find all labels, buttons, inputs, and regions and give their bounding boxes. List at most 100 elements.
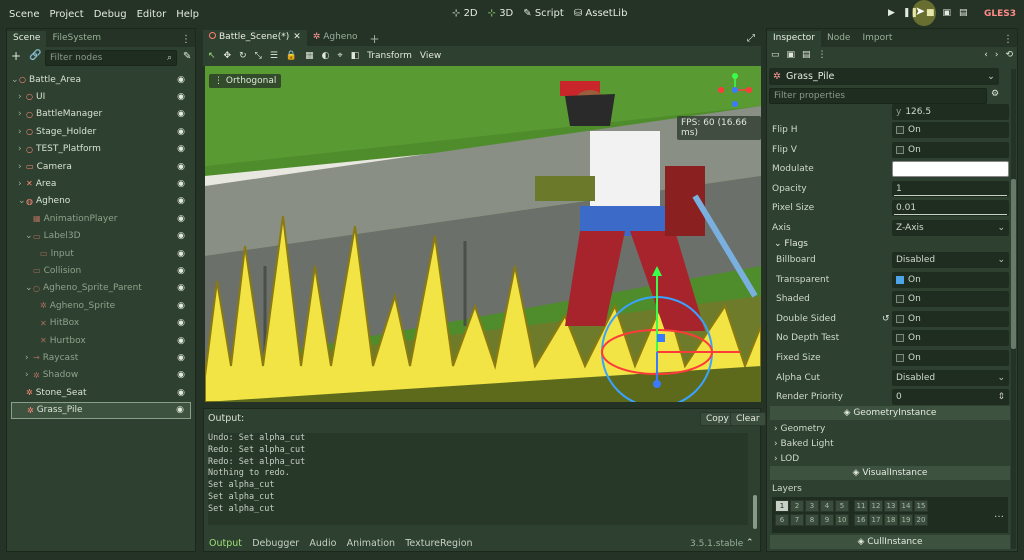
dropdown-field[interactable]: Disabled ⌄ (892, 252, 1009, 268)
add-node-icon[interactable]: + (11, 49, 21, 63)
transform-menu[interactable]: Transform (367, 51, 412, 61)
node-filter-input[interactable]: Filter nodes ⌕ (45, 50, 177, 66)
slider-field[interactable]: 0.01 (892, 200, 1009, 217)
tree-arrow-icon[interactable]: › (18, 144, 26, 154)
screen-2d-button[interactable]: ⊹ 2D (452, 8, 478, 19)
tree-item[interactable]: ⌄ ○ Battle_Area ◉ (11, 71, 191, 88)
layer-toggle[interactable]: 4 (820, 500, 834, 512)
layer-toggle[interactable]: 1 (775, 500, 789, 512)
layer-toggle[interactable]: 5 (835, 500, 849, 512)
tree-arrow-icon[interactable]: › (18, 109, 26, 119)
perspective-menu[interactable]: ⋮ Orthogonal (209, 74, 282, 88)
screen-3d-button[interactable]: ⊹ 3D (488, 8, 514, 19)
visibility-icon[interactable]: ◉ (176, 405, 184, 415)
snap-icon[interactable]: ⌖ (338, 51, 343, 61)
screen-assetlib-button[interactable]: ⛁ AssetLib (574, 8, 628, 19)
script-attach-icon[interactable]: ✎ (183, 51, 191, 62)
visibility-icon[interactable]: ◉ (177, 266, 185, 276)
tree-item[interactable]: › → Raycast ◉ (11, 349, 191, 366)
layer-toggle[interactable]: 18 (884, 514, 898, 526)
tree-item[interactable]: ▭ Input ◉ (11, 245, 191, 262)
layer-toggle[interactable]: 6 (775, 514, 789, 526)
camera-preview-icon[interactable]: ◧ (351, 51, 360, 61)
tab-agheno[interactable]: ✲ Agheno (307, 30, 364, 46)
tree-arrow-icon[interactable]: ⌄ (11, 75, 19, 85)
tree-item[interactable]: ⌄ ◍ Agheno ◉ (11, 193, 191, 210)
checkbox-field[interactable]: On (892, 141, 1009, 158)
visibility-icon[interactable]: ◉ (177, 388, 185, 398)
filter-settings-icon[interactable]: ⚙ (991, 89, 999, 99)
save-resource-icon[interactable]: ▤ (802, 50, 811, 60)
tree-item[interactable]: ✲ Agheno_Sprite ◉ (11, 297, 191, 314)
tab-scene[interactable]: Scene (7, 31, 47, 47)
tree-item[interactable]: ⌄ ○ Agheno_Sprite_Parent ◉ (11, 280, 191, 297)
layer-toggle[interactable]: 19 (899, 514, 913, 526)
load-resource-icon[interactable]: ▣ (787, 50, 796, 60)
rotate-tool-icon[interactable]: ↻ (239, 51, 247, 61)
menu-scene[interactable]: Scene (4, 9, 45, 20)
menu-project[interactable]: Project (45, 9, 89, 20)
view-menu[interactable]: View (420, 51, 441, 61)
visibility-icon[interactable]: ◉ (177, 196, 185, 206)
distraction-free-icon[interactable]: ⤢ (741, 31, 761, 46)
visibility-icon[interactable]: ◉ (177, 231, 185, 241)
new-resource-icon[interactable]: ▭ (771, 50, 780, 60)
dock-menu-icon[interactable]: ⋮ (177, 32, 195, 47)
revert-icon[interactable]: ↺ (882, 314, 890, 324)
output-scrollbar[interactable] (753, 495, 757, 529)
tree-item[interactable]: ✲ Stone_Seat ◉ (11, 384, 191, 401)
play-icon[interactable]: ▶ (888, 8, 895, 18)
visibility-icon[interactable]: ◉ (177, 301, 185, 311)
visibility-icon[interactable]: ◉ (177, 127, 185, 137)
tab-inspector[interactable]: Inspector (767, 31, 821, 47)
tree-arrow-icon[interactable]: ⌄ (18, 196, 26, 206)
slider-field[interactable]: 1 (892, 180, 1009, 197)
layer-toggle[interactable]: 7 (790, 514, 804, 526)
tab-filesystem[interactable]: FileSystem (46, 31, 107, 47)
tree-arrow-icon[interactable]: › (18, 179, 26, 189)
tree-arrow-icon[interactable]: › (18, 162, 26, 172)
visibility-icon[interactable]: ◉ (177, 162, 185, 172)
tab-animation[interactable]: Animation (347, 538, 395, 549)
property-filter-input[interactable]: Filter properties (769, 88, 987, 104)
tree-item[interactable]: › ✕ Area ◉ (11, 175, 191, 192)
lock-icon[interactable]: 🔒 (286, 51, 297, 61)
tab-import[interactable]: Import (856, 31, 898, 47)
layers-menu-icon[interactable]: … (994, 509, 1004, 520)
tree-arrow-icon[interactable]: ⌄ (25, 231, 33, 241)
layer-toggle[interactable]: 15 (914, 500, 928, 512)
tree-item[interactable]: › ○ Stage_Holder ◉ (11, 123, 191, 140)
tree-item[interactable]: ▦ AnimationPlayer ◉ (11, 210, 191, 227)
visibility-icon[interactable]: ◉ (177, 353, 185, 363)
tab-output[interactable]: Output (209, 538, 242, 549)
layer-toggle[interactable]: 13 (884, 500, 898, 512)
list-select-icon[interactable]: ☰ (270, 51, 278, 61)
inspector-scrollbar[interactable] (1011, 179, 1016, 349)
layer-toggle[interactable]: 8 (805, 514, 819, 526)
menu-editor[interactable]: Editor (132, 9, 172, 20)
dock-menu-icon[interactable]: ⋮ (999, 32, 1017, 47)
tab-audio[interactable]: Audio (309, 538, 336, 549)
play-custom-icon[interactable]: ▤ (959, 8, 968, 18)
tree-item[interactable]: ▭ Collision ◉ (11, 262, 191, 279)
visibility-icon[interactable]: ◉ (177, 283, 185, 293)
color-picker-button[interactable] (892, 161, 1009, 178)
group-icon[interactable]: ▦ (305, 51, 314, 61)
play-scene-icon[interactable]: ▣ (943, 8, 952, 18)
visibility-icon[interactable]: ◉ (177, 318, 185, 328)
tab-battle-scene[interactable]: Battle_Scene(*) ✕ (203, 30, 307, 46)
layer-toggle[interactable]: 2 (790, 500, 804, 512)
tree-item[interactable]: ⌄ ▭ Label3D ◉ (11, 228, 191, 245)
visibility-icon[interactable]: ◉ (177, 109, 185, 119)
visibility-icon[interactable]: ◉ (177, 370, 185, 380)
visibility-icon[interactable]: ◉ (177, 214, 185, 224)
visibility-icon[interactable]: ◉ (177, 144, 185, 154)
checkbox-field[interactable]: On (892, 310, 1009, 327)
dropdown-field[interactable]: Disabled ⌄ (892, 369, 1009, 386)
tree-item[interactable]: ✲ Grass_Pile ◉ (11, 401, 191, 419)
object-selector[interactable]: ✲ Grass_Pile ⌄ (769, 68, 999, 85)
tree-arrow-icon[interactable]: › (25, 370, 33, 380)
menu-debug[interactable]: Debug (89, 9, 132, 20)
history-back-icon[interactable]: ‹ (984, 50, 988, 60)
tree-item[interactable]: › ○ TEST_Platform ◉ (11, 141, 191, 158)
